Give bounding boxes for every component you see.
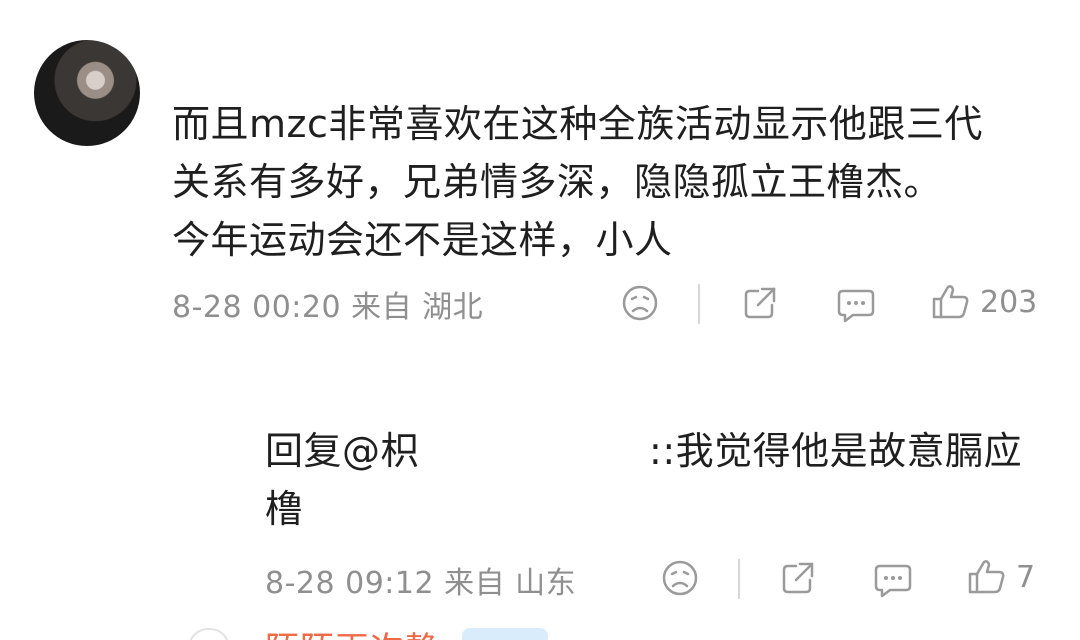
comment-icon [837, 289, 875, 323]
divider [698, 284, 700, 324]
sad-face-icon [622, 285, 658, 321]
comment-icon [874, 564, 912, 598]
reply-share-button[interactable] [778, 558, 818, 598]
thumb-up-icon [968, 560, 1005, 594]
like-count: 203 [980, 284, 1038, 320]
reply-prefix: 回复@枳 [265, 429, 420, 473]
comment-meta: 8-28 00:20 来自 湖北 [172, 290, 484, 325]
dislike-button[interactable] [620, 283, 660, 323]
avatar[interactable] [34, 40, 140, 146]
next-avatar[interactable] [188, 628, 230, 640]
share-button[interactable] [740, 283, 780, 323]
like-button[interactable]: 203 [930, 281, 1037, 323]
next-comment-name[interactable]: 陌陌再次静 [265, 622, 440, 640]
reply-like-count: 7 [1016, 559, 1036, 595]
comment-text: 而且mzc非常喜欢在这种全族活动显示他跟三代 关系有多好，兄弟情多深，隐隐孤立王… [172, 102, 983, 262]
share-icon [744, 287, 776, 319]
reply-like-button[interactable]: 7 [966, 556, 1035, 598]
reply-meta: 8-28 09:12 来自 山东 [265, 566, 577, 601]
comment-button[interactable] [835, 285, 877, 325]
reply-dislike-button[interactable] [660, 558, 700, 598]
reply-comment-button[interactable] [872, 560, 914, 600]
status-badge [462, 628, 548, 640]
thumb-up-icon [932, 285, 969, 319]
sad-face-icon [662, 560, 698, 596]
divider [738, 559, 740, 599]
share-icon [782, 562, 814, 594]
reply-text: 回复@枳::我觉得他是故意膈应 橹 [265, 422, 1045, 538]
comment-thread: 而且mzc非常喜欢在这种全族活动显示他跟三代 关系有多好，兄弟情多深，隐隐孤立王… [0, 0, 1080, 640]
